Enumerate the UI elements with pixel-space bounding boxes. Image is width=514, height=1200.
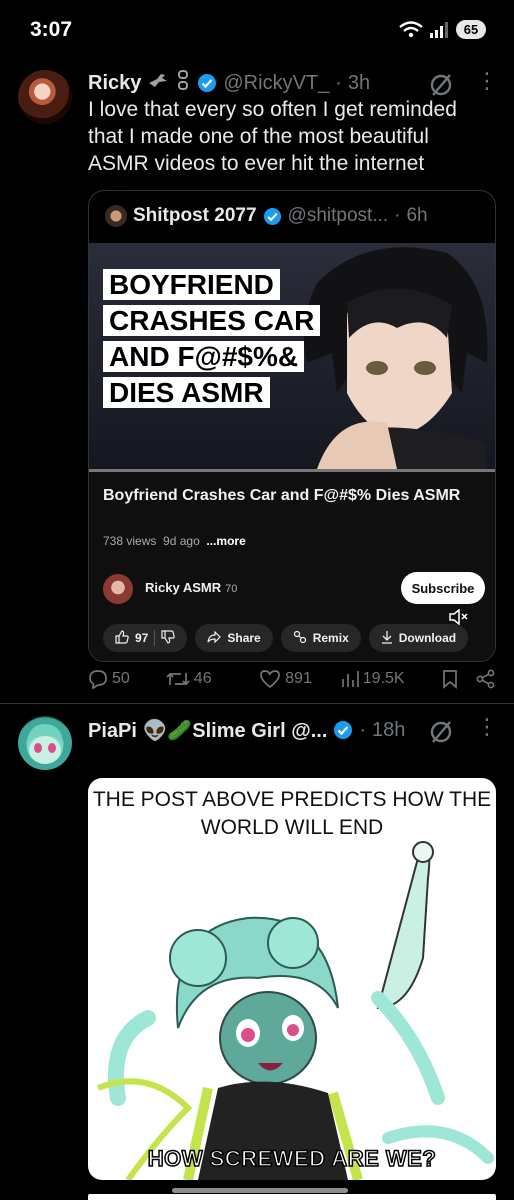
thumbs-up-icon [115, 629, 129, 647]
slime-girl-avatar-art [26, 724, 64, 764]
more-link[interactable]: ...more [206, 534, 245, 548]
views-button[interactable]: 19.5K [341, 670, 434, 688]
video-actions: 97 Share Remix Download [103, 624, 469, 652]
post-time[interactable]: 18h [372, 719, 405, 742]
post-divider [0, 703, 514, 704]
repost-count: 46 [193, 670, 212, 687]
share-button[interactable]: Share [195, 624, 273, 652]
reply-count: 50 [112, 670, 130, 687]
remix-button[interactable]: Remix [280, 624, 361, 652]
wifi-icon [398, 20, 424, 39]
divider [154, 630, 156, 646]
quoted-post[interactable]: Shitpost 2077 @shitpost... · 6h BOYFRIEN… [88, 190, 496, 662]
quote-header: Shitpost 2077 @shitpost... · 6h [105, 205, 428, 227]
repost-button[interactable]: 46 [166, 670, 255, 688]
meme-bottom-caption: HOW SCREWED ARE WE? [147, 1145, 437, 1172]
author-name[interactable]: PiaPi 👽🥒Slime Girl @... [88, 718, 327, 743]
status-bar: 3:07 65 [0, 0, 514, 60]
like-button[interactable]: 891 [259, 669, 339, 689]
view-count: 19.5K [362, 670, 405, 687]
views-chart-icon [341, 670, 359, 688]
author-handle[interactable]: @RickyVT_ [223, 72, 329, 95]
repost-icon [166, 670, 190, 688]
grok-icon[interactable] [428, 719, 454, 750]
channel-avatar[interactable] [103, 574, 133, 604]
thumbnail-title: BOYFRIEND CRASHES CAR AND F@#$%& DIES AS… [103, 267, 321, 411]
avatar[interactable] [18, 70, 72, 124]
channel-info[interactable]: Ricky ASMR 70 [145, 580, 237, 595]
upload-age: 9d ago [163, 534, 200, 548]
subscriber-count: 70 [225, 583, 238, 595]
post-time[interactable]: 3h [348, 72, 370, 95]
separator-dot: · [335, 71, 342, 94]
battery-indicator: 65 [456, 20, 486, 39]
next-post-preview [88, 1194, 496, 1200]
more-options-icon[interactable]: ⋮ [476, 716, 498, 738]
quote-author-handle: @shitpost... [287, 205, 389, 226]
status-time: 3:07 [30, 18, 73, 41]
video-meta: 738 views 9d ago ...more [103, 534, 246, 548]
channel-name: Ricky ASMR [145, 580, 222, 595]
avatar[interactable] [18, 716, 72, 770]
meme-top-caption: THE POST ABOVE PREDICTS HOW THE WORLD WI… [92, 788, 492, 839]
download-label: Download [398, 631, 457, 645]
post-image[interactable]: THE POST ABOVE PREDICTS HOW THE WORLD WI… [88, 778, 496, 1180]
chain-icon [175, 70, 191, 96]
like-count: 97 [135, 631, 149, 645]
share-arrow-icon [207, 630, 222, 646]
subscribe-button[interactable]: Subscribe [401, 572, 485, 604]
thumbnail-title-line: CRASHES CAR [103, 305, 321, 336]
thumbs-down-icon[interactable] [161, 629, 176, 647]
video-embed[interactable]: BOYFRIEND CRASHES CAR AND F@#$%& DIES AS… [89, 243, 495, 661]
status-icons: 65 [398, 20, 486, 39]
like-count: 891 [285, 670, 312, 687]
more-options-icon[interactable]: ⋮ [476, 70, 498, 92]
crow-icon [147, 71, 169, 95]
thumbnail-title-line: BOYFRIEND [103, 269, 280, 300]
post-text: I love that every so often I get reminde… [88, 98, 457, 175]
verified-badge-icon [197, 73, 217, 93]
signal-icon [430, 21, 450, 38]
quote-time: 6h [406, 205, 428, 226]
slime-girl-illustration [96, 841, 494, 1180]
video-thumbnail[interactable]: BOYFRIEND CRASHES CAR AND F@#$%& DIES AS… [89, 243, 495, 469]
reply-icon [88, 669, 108, 689]
quote-avatar [105, 205, 127, 227]
youtube-info-panel: Boyfriend Crashes Car and F@#$% Dies ASM… [89, 472, 495, 661]
video-title[interactable]: Boyfriend Crashes Car and F@#$% Dies ASM… [103, 486, 483, 506]
post-header: Ricky @RickyVT_ · 3h [88, 70, 370, 96]
thumbnail-title-line: AND F@#$%& [103, 341, 305, 372]
heart-icon [259, 669, 281, 689]
home-indicator[interactable] [172, 1188, 348, 1193]
download-icon [381, 630, 393, 647]
remix-icon [293, 630, 307, 647]
engagement-bar: 50 46 891 19.5K [88, 666, 496, 692]
download-button[interactable]: Download [368, 624, 469, 652]
remix-label: Remix [312, 631, 349, 645]
author-name[interactable]: Ricky [88, 72, 141, 95]
verified-badge-icon [263, 207, 282, 226]
share-icon[interactable] [476, 669, 496, 689]
reply-button[interactable]: 50 [88, 669, 162, 689]
verified-badge-icon [333, 720, 353, 740]
share-label: Share [227, 631, 261, 645]
separator-dot: · [394, 205, 401, 226]
bookmark-icon[interactable] [442, 669, 458, 689]
post-header: PiaPi 👽🥒Slime Girl @... · 18h [88, 716, 405, 744]
like-dislike-button[interactable]: 97 [103, 624, 188, 652]
thumbnail-title-line: DIES ASMR [103, 377, 270, 408]
view-count: 738 views [103, 534, 157, 548]
quote-author-name: Shitpost 2077 [133, 205, 257, 226]
separator-dot: · [359, 718, 367, 741]
